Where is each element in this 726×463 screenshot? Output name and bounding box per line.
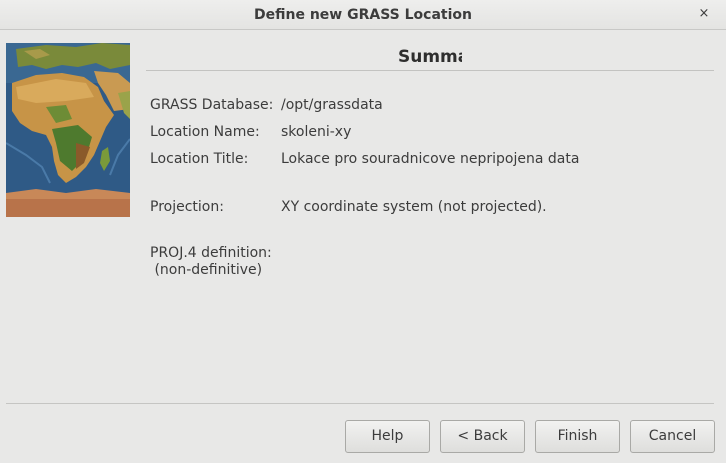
projection-value: XY coordinate system (not projected). [281,199,547,215]
projection-label: Projection: [150,199,224,215]
location-name-value: skoleni-xy [281,124,352,140]
location-title-value: Lokace pro souradnicove nepripojena data [281,151,580,167]
title-bar[interactable]: Define new GRASS Location × [0,0,726,30]
location-name-label: Location Name: [150,124,260,140]
help-button[interactable]: Help [345,420,430,453]
close-icon[interactable]: × [696,6,712,22]
dialog-window: Define new GRASS Location × Summ GRASS D… [0,0,726,463]
back-button[interactable]: < Back [440,420,525,453]
cancel-button[interactable]: Cancel [630,420,715,453]
summary-heading: Summa [398,47,462,67]
location-title-label: Location Title: [150,151,249,167]
button-separator [6,403,714,404]
proj4-definition-label: PROJ.4 definition: [150,245,272,261]
world-map-image [6,43,130,217]
summary-header: Summa [146,43,714,71]
proj4-non-definitive-label: (non-definitive) [150,262,263,278]
world-map-africa-icon [6,43,130,217]
finish-button[interactable]: Finish [535,420,620,453]
grass-database-label: GRASS Database: [150,97,274,113]
grass-database-value: /opt/grassdata [281,97,383,113]
window-title: Define new GRASS Location [254,7,472,23]
